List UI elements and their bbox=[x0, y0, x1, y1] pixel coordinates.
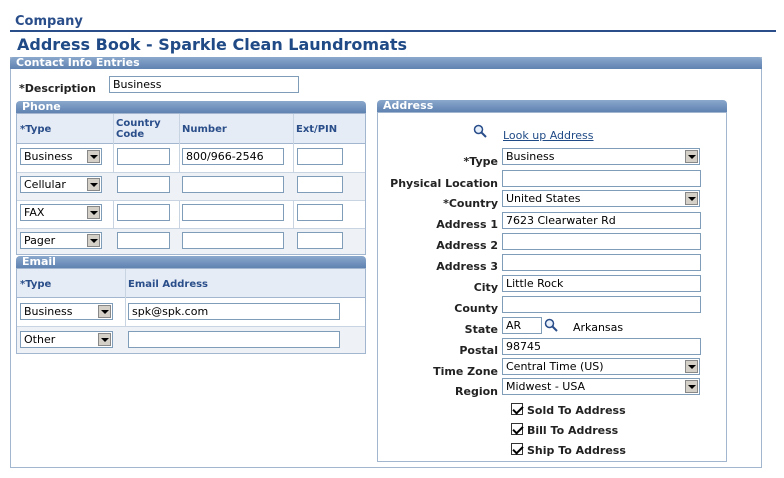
phone-type-select[interactable]: Business bbox=[20, 148, 102, 165]
address1-input[interactable]: 7623 Clearwater Rd bbox=[502, 212, 701, 229]
email-type-select[interactable]: Other bbox=[20, 331, 113, 348]
city-input[interactable]: Little Rock bbox=[502, 275, 701, 292]
postal-input[interactable]: 98745 bbox=[502, 338, 701, 355]
physical-location-input[interactable] bbox=[502, 170, 701, 187]
state-name: Arkansas bbox=[573, 321, 624, 334]
phone-number-input[interactable]: 800/966-2546 bbox=[182, 148, 284, 165]
phone-type-select[interactable]: Pager bbox=[20, 232, 102, 249]
time-zone-select[interactable]: Central Time (US) bbox=[502, 358, 700, 375]
email-header: Email bbox=[16, 256, 366, 268]
country-code-input[interactable] bbox=[117, 176, 170, 193]
phone-col-country-code: Country Code bbox=[116, 118, 161, 140]
email-address-input[interactable]: spk@spk.com bbox=[128, 303, 340, 320]
bill-to-checkbox[interactable] bbox=[511, 423, 523, 435]
dropdown-arrow-icon bbox=[87, 234, 100, 247]
description-input[interactable]: Business bbox=[109, 76, 299, 93]
description-label: *Description bbox=[19, 82, 96, 95]
ship-to-label: Ship To Address bbox=[527, 444, 626, 457]
ship-to-checkbox[interactable] bbox=[511, 443, 523, 455]
dropdown-arrow-icon bbox=[685, 360, 698, 373]
email-col-type: *Type bbox=[20, 279, 52, 290]
phone-header: Phone bbox=[16, 101, 366, 113]
county-input[interactable] bbox=[502, 296, 701, 313]
state-lookup-icon[interactable] bbox=[544, 318, 558, 332]
ext-input[interactable] bbox=[297, 232, 343, 249]
dropdown-arrow-icon bbox=[98, 333, 111, 346]
email-type-select[interactable]: Business bbox=[20, 303, 113, 320]
phone-number-input[interactable] bbox=[182, 204, 284, 221]
state-label: State bbox=[464, 323, 498, 336]
phone-type-select[interactable]: FAX bbox=[20, 204, 102, 221]
phone-type-select[interactable]: Cellular bbox=[20, 176, 102, 193]
dropdown-arrow-icon bbox=[87, 206, 100, 219]
lookup-address-link[interactable]: Look up Address bbox=[503, 129, 594, 142]
country-code-input[interactable] bbox=[117, 232, 170, 249]
county-label: County bbox=[454, 302, 498, 315]
country-code-input[interactable] bbox=[117, 204, 170, 221]
physical-location-label: Physical Location bbox=[390, 177, 498, 190]
country-label: *Country bbox=[443, 197, 498, 210]
address3-label: Address 3 bbox=[436, 260, 498, 273]
phone-number-input[interactable] bbox=[182, 232, 284, 249]
region-label: Region bbox=[455, 385, 498, 398]
address-type-select[interactable]: Business bbox=[502, 148, 700, 165]
ext-input[interactable] bbox=[297, 204, 343, 221]
address3-input[interactable] bbox=[502, 254, 701, 271]
email-address-input[interactable] bbox=[128, 331, 340, 348]
email-col-address: Email Address bbox=[128, 279, 209, 290]
time-zone-label: Time Zone bbox=[433, 365, 498, 378]
bill-to-label: Bill To Address bbox=[527, 424, 619, 437]
state-input[interactable]: AR bbox=[502, 317, 542, 334]
ext-input[interactable] bbox=[297, 148, 343, 165]
phone-col-number: Number bbox=[182, 124, 227, 135]
sold-to-label: Sold To Address bbox=[527, 404, 626, 417]
postal-label: Postal bbox=[459, 344, 498, 357]
country-select[interactable]: United States bbox=[502, 190, 700, 207]
magnifier-icon[interactable] bbox=[473, 124, 487, 138]
contact-info-header: Contact Info Entries bbox=[10, 57, 762, 69]
dropdown-arrow-icon bbox=[685, 150, 698, 163]
dropdown-arrow-icon bbox=[685, 192, 698, 205]
dropdown-arrow-icon bbox=[98, 305, 111, 318]
address2-input[interactable] bbox=[502, 233, 701, 250]
country-code-input[interactable] bbox=[117, 148, 170, 165]
dropdown-arrow-icon bbox=[685, 380, 698, 393]
sold-to-checkbox[interactable] bbox=[511, 403, 523, 415]
breadcrumb: Company bbox=[15, 14, 83, 29]
phone-number-input[interactable] bbox=[182, 176, 284, 193]
address-type-label: *Type bbox=[463, 155, 498, 168]
address2-label: Address 2 bbox=[436, 239, 498, 252]
dropdown-arrow-icon bbox=[87, 150, 100, 163]
city-label: City bbox=[473, 281, 498, 294]
address-header: Address bbox=[377, 100, 727, 112]
header-divider bbox=[10, 30, 776, 32]
region-select[interactable]: Midwest - USA bbox=[502, 378, 700, 395]
phone-col-ext: Ext/PIN bbox=[296, 124, 338, 135]
address1-label: Address 1 bbox=[436, 218, 498, 231]
phone-col-type: *Type bbox=[20, 124, 52, 135]
ext-input[interactable] bbox=[297, 176, 343, 193]
dropdown-arrow-icon bbox=[87, 178, 100, 191]
page-title: Address Book - Sparkle Clean Laundromats bbox=[17, 35, 408, 54]
